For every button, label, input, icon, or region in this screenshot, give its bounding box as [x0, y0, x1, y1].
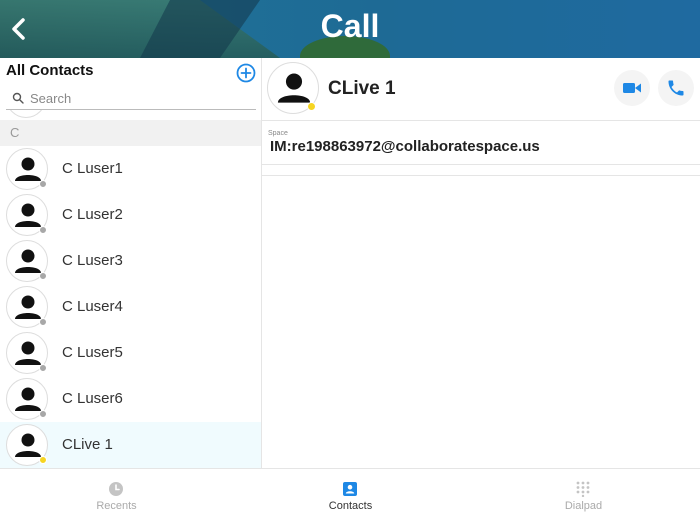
- avatar: [6, 424, 48, 466]
- avatar: [6, 332, 48, 374]
- avatar: [6, 148, 48, 190]
- avatar: [6, 194, 48, 236]
- contact-name: CLive 1: [62, 436, 113, 453]
- contact-name: C Luser4: [62, 298, 123, 315]
- contact-name: CLive 1: [328, 78, 396, 99]
- presence-status-dot: [39, 180, 47, 188]
- section-header: C: [0, 120, 261, 146]
- contact-row[interactable]: CLive 1: [0, 422, 261, 468]
- search-input[interactable]: [30, 88, 250, 108]
- clock-icon: [109, 482, 123, 496]
- app-header: Call: [0, 0, 700, 58]
- avatar: [6, 240, 48, 282]
- contacts-title: All Contacts: [6, 62, 94, 79]
- divider: [262, 175, 700, 176]
- phone-icon: [668, 80, 684, 96]
- contact-card-icon: [343, 482, 357, 496]
- contact-detail-header: CLive 1: [262, 58, 700, 121]
- bottom-tab-bar: Recents Contacts Dialpad: [0, 468, 700, 525]
- tab-contacts[interactable]: Contacts: [234, 469, 467, 525]
- avatar: [6, 378, 48, 420]
- voice-call-button[interactable]: [658, 70, 694, 106]
- search-bar: [6, 86, 256, 110]
- contact-name: C Luser5: [62, 344, 123, 361]
- presence-status-dot: [39, 272, 47, 280]
- presence-status-dot: [39, 364, 47, 372]
- presence-status-dot: [39, 226, 47, 234]
- contact-row[interactable]: C Luser5: [0, 330, 261, 376]
- contact-name: C Luser2: [62, 206, 123, 223]
- page-title: Call: [320, 8, 380, 44]
- tab-recents[interactable]: Recents: [0, 469, 233, 525]
- contact-name: C Luser1: [62, 160, 123, 177]
- tab-label: Contacts: [328, 500, 373, 512]
- avatar: [6, 286, 48, 328]
- space-field: Space IM:re198863972@collaboratespace.us: [262, 121, 700, 165]
- tab-label: Dialpad: [564, 500, 603, 512]
- contacts-panel: All Contacts C C Luser1 C Luser2 C Luser3 C…: [0, 58, 262, 468]
- contact-avatar: [267, 62, 319, 114]
- contact-row[interactable]: C Luser2: [0, 192, 261, 238]
- presence-status-dot: [39, 456, 47, 464]
- video-camera-icon: [623, 83, 641, 93]
- presence-status-dot: [307, 102, 316, 111]
- space-label: Space: [268, 130, 288, 137]
- partial-avatar: [6, 110, 46, 118]
- contact-row[interactable]: C Luser1: [0, 146, 261, 192]
- space-address[interactable]: IM:re198863972@collaboratespace.us: [270, 138, 540, 155]
- contact-name: C Luser3: [62, 252, 123, 269]
- contact-row[interactable]: C Luser3: [0, 238, 261, 284]
- plus-circle-icon: [236, 63, 256, 83]
- dialpad-icon: [576, 481, 590, 497]
- search-icon: [12, 92, 24, 104]
- contact-row[interactable]: C Luser4: [0, 284, 261, 330]
- tab-label: Recents: [96, 500, 137, 512]
- presence-status-dot: [39, 318, 47, 326]
- add-contact-button[interactable]: [236, 63, 256, 83]
- video-call-button[interactable]: [614, 70, 650, 106]
- contact-detail-panel: CLive 1 Space IM:re198863972@collaborate…: [262, 58, 700, 468]
- presence-status-dot: [39, 410, 47, 418]
- contact-row[interactable]: C Luser6: [0, 376, 261, 422]
- tab-dialpad[interactable]: Dialpad: [467, 469, 700, 525]
- contact-name: C Luser6: [62, 390, 123, 407]
